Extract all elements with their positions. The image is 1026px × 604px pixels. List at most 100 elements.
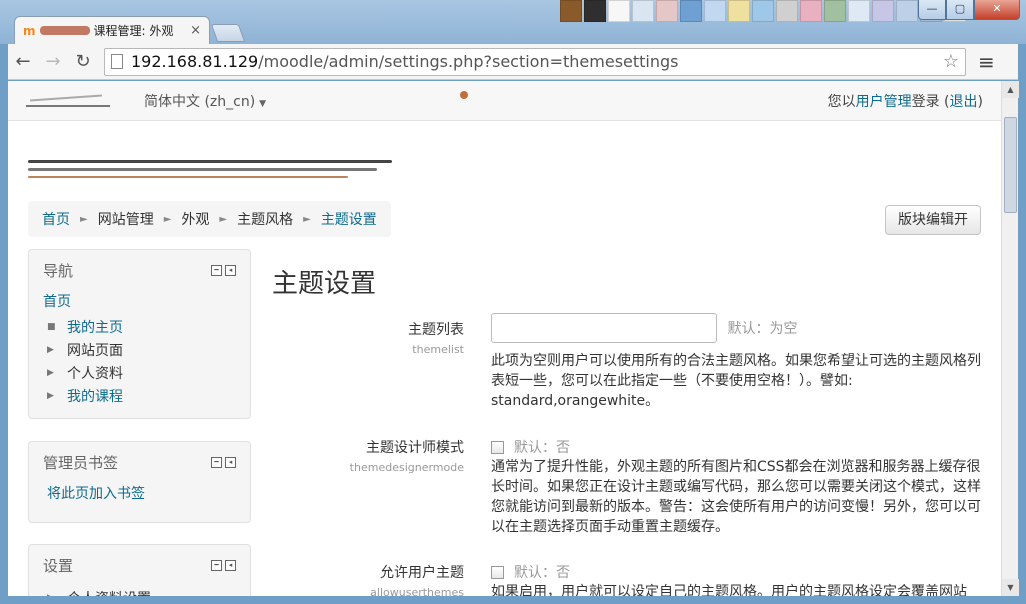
block-controls: ━ ◂	[208, 265, 236, 276]
scroll-up-icon[interactable]: ▲	[1002, 81, 1019, 98]
breadcrumb-site-admin[interactable]: 网站管理	[98, 209, 154, 229]
browser-menu-icon[interactable]: ≡	[978, 50, 995, 74]
back-arrow-icon[interactable]: ←	[8, 51, 38, 72]
forward-arrow-icon[interactable]: →	[38, 51, 68, 72]
tab-title: 课程管理: 外观	[93, 24, 174, 38]
setting-default: 默认：为空	[727, 321, 798, 337]
block-title: 管理员书签	[43, 454, 119, 472]
block-editing-button[interactable]: 版块编辑开	[885, 205, 981, 235]
setting-name: 允许用户主题	[380, 565, 464, 581]
nav-item-label: 网站页面	[67, 342, 123, 359]
palette-swatch	[584, 0, 606, 22]
breadcrumb-sep-icon: ►	[219, 213, 228, 225]
palette-swatch	[632, 0, 654, 22]
hide-block-icon[interactable]: ◂	[225, 265, 236, 276]
expand-arrow-icon: ▶	[47, 367, 54, 378]
setting-description: 如果启用，用户就可以设定自己的主题风格。用户的主题风格设定会覆盖网站	[491, 584, 967, 596]
nav-home-link[interactable]: 首页	[43, 291, 236, 311]
palette-swatch	[872, 0, 894, 22]
allowuserthemes-checkbox[interactable]	[491, 565, 504, 579]
palette-swatch	[896, 0, 918, 22]
logout-link[interactable]: 退出	[950, 94, 978, 110]
close-window-button[interactable]: ✕	[974, 0, 1020, 20]
expand-arrow-icon: ▶	[47, 344, 54, 355]
setting-body: 默认：否 通常为了提升性能，外观主题的所有图片和CSS都会在浏览器和服务器上缓存…	[491, 437, 981, 537]
page-title: 主题设置	[272, 269, 377, 299]
new-tab-button[interactable]	[210, 24, 246, 42]
setting-label: 主题列表 themelist	[264, 319, 464, 356]
setting-default: 默认：否	[514, 565, 570, 581]
url-host: 192.168.81.129	[131, 52, 259, 71]
dock-icon[interactable]: ━	[211, 457, 222, 468]
setting-allowuserthemes: 允许用户主题 allowuserthemes 默认：否 如果启用，用户就可以设定…	[272, 562, 982, 596]
language-menu[interactable]: 简体中文 (zh_cn) ▼	[144, 91, 266, 111]
setting-name: 主题设计师模式	[366, 440, 464, 456]
block-controls: ━ ◂	[208, 457, 236, 468]
setting-description: 通常为了提升性能，外观主题的所有图片和CSS都会在浏览器和服务器上缓存很长时间。…	[491, 459, 981, 535]
setting-default: 默认：否	[514, 440, 570, 456]
breadcrumb-appearance[interactable]: 外观	[181, 209, 209, 229]
vertical-scrollbar[interactable]: ▲ ▼	[1001, 81, 1019, 596]
setting-body: 默认：为空 此项为空则用户可以使用所有的合法主题风格。如果您希望让可选的主题风格…	[491, 313, 981, 411]
themelist-input[interactable]	[491, 313, 717, 343]
tab-close-icon[interactable]: ×	[190, 23, 201, 38]
nav-item-my-home[interactable]: ■ 我的主页	[43, 315, 236, 338]
browser-toolbar: ← → ↻ 192.168.81.129/moodle/admin/settin…	[8, 44, 1018, 80]
navigation-block: 导航 ━ ◂ 首页 ■ 我的主页 ▶ 网站页面 ▶ 个人资料 ▶ 我的课程	[28, 249, 251, 419]
bookmark-star-icon[interactable]: ☆	[943, 51, 959, 72]
palette-swatch	[800, 0, 822, 22]
reload-icon[interactable]: ↻	[68, 51, 98, 72]
bookmark-this-page-link[interactable]: 将此页加入书签	[43, 483, 236, 503]
expand-arrow-icon: ▶	[47, 390, 54, 401]
site-header-redacted	[28, 155, 392, 181]
block-title: 导航	[43, 262, 74, 280]
palette-swatch	[752, 0, 774, 22]
breadcrumb-sep-icon: ►	[303, 213, 311, 225]
setting-description: 此项为空则用户可以使用所有的合法主题风格。如果您希望让可选的主题风格列表短一些，…	[491, 353, 981, 409]
user-link[interactable]: 用户管理	[856, 94, 912, 110]
moodle-favicon-icon: m	[23, 23, 36, 38]
admin-bookmarks-block: 管理员书签 ━ ◂ 将此页加入书签	[28, 441, 251, 523]
setting-label: 允许用户主题 allowuserthemes	[264, 562, 464, 596]
setting-key: themedesignermode	[349, 461, 464, 474]
nav-item-profile-settings[interactable]: ▶ 个人资料设置	[43, 586, 236, 597]
palette-swatch	[704, 0, 726, 22]
minimize-button[interactable]: —	[918, 0, 946, 20]
dock-icon[interactable]: ━	[211, 265, 222, 276]
nav-item-site-pages[interactable]: ▶ 网站页面	[43, 338, 236, 361]
setting-name: 主题列表	[408, 322, 464, 338]
login-mid: 登录 (	[911, 93, 950, 110]
nav-item-label: 个人资料设置	[67, 588, 151, 597]
page-viewport: 简体中文 (zh_cn) ▼ 您以用户管理登录 (退出) 首页 ► 网站管理 ► …	[8, 81, 1001, 596]
settings-block: 设置 ━ ◂ ▶ 个人资料设置	[28, 544, 251, 596]
breadcrumb-themes[interactable]: 主题风格	[237, 209, 293, 229]
themedesignermode-checkbox[interactable]	[491, 440, 504, 454]
scroll-down-icon[interactable]: ▼	[1002, 579, 1019, 596]
breadcrumb-theme-settings[interactable]: 主题设置	[321, 209, 377, 229]
setting-body: 默认：否 如果启用，用户就可以设定自己的主题风格。用户的主题风格设定会覆盖网站	[491, 562, 981, 596]
setting-themelist: 主题列表 themelist 默认：为空 此项为空则用户可以使用所有的合法主题风…	[272, 313, 982, 423]
scrollbar-thumb[interactable]	[1004, 117, 1017, 213]
login-info: 您以用户管理登录 (退出)	[828, 91, 983, 111]
hide-block-icon[interactable]: ◂	[225, 560, 236, 571]
nav-item-profile[interactable]: ▶ 个人资料	[43, 361, 236, 384]
address-bar[interactable]: 192.168.81.129/moodle/admin/settings.php…	[104, 47, 966, 76]
redacted-scribble	[39, 26, 90, 35]
browser-tab[interactable]: m 课程管理: 外观 ×	[14, 16, 210, 44]
nav-item-label: 我的主页	[67, 319, 123, 336]
dock-icon[interactable]: ━	[211, 560, 222, 571]
block-controls: ━ ◂	[208, 560, 236, 571]
breadcrumb-home[interactable]: 首页	[42, 209, 70, 229]
language-label: 简体中文 (zh_cn)	[144, 93, 256, 110]
redaction-dot	[460, 90, 469, 99]
block-header: 设置 ━ ◂	[43, 555, 236, 576]
breadcrumb-sep-icon: ►	[80, 213, 88, 225]
hide-block-icon[interactable]: ◂	[225, 457, 236, 468]
maximize-button[interactable]: ▢	[946, 0, 974, 20]
palette-swatch	[824, 0, 846, 22]
window-controls: — ▢ ✕	[918, 0, 1020, 20]
nav-item-my-courses[interactable]: ▶ 我的课程	[43, 384, 236, 407]
square-bullet-icon: ■	[47, 321, 56, 332]
site-name-redacted	[26, 95, 110, 107]
nav-item-label: 个人资料	[67, 365, 123, 382]
